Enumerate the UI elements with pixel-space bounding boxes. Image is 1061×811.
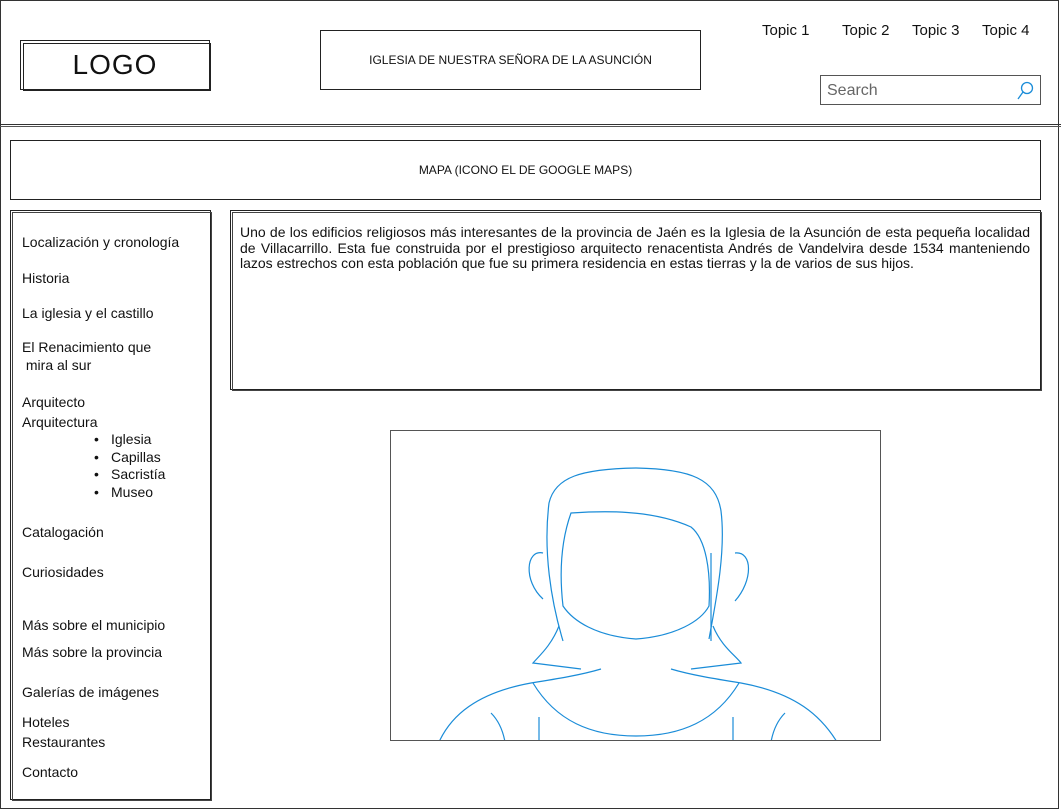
top-nav: Topic 1 Topic 2 Topic 3 Topic 4 — [750, 22, 1050, 42]
search-input[interactable] — [825, 79, 1014, 103]
sidebar-item-iglesia-castillo[interactable]: La iglesia y el castillo — [22, 304, 154, 322]
sidebar-item-arquitecto[interactable]: Arquitecto — [22, 393, 85, 411]
nav-topic-4[interactable]: Topic 4 — [982, 22, 1030, 39]
sidebar-item-arquitectura[interactable]: Arquitectura — [22, 413, 97, 431]
page-title: IGLESIA DE NUESTRA SEÑORA DE LA ASUNCIÓN — [320, 30, 701, 90]
nav-topic-1[interactable]: Topic 1 — [762, 22, 810, 39]
sidebar-item-historia[interactable]: Historia — [22, 269, 69, 287]
sidebar-item-localizacion[interactable]: Localización y cronología — [22, 233, 179, 251]
sidebar-item-contacto[interactable]: Contacto — [22, 763, 78, 781]
person-placeholder-icon — [439, 467, 837, 740]
header-divider-secondary — [0, 126, 1061, 127]
header-divider — [0, 124, 1061, 125]
nav-topic-2[interactable]: Topic 2 — [842, 22, 890, 39]
sidebar-item-municipio[interactable]: Más sobre el municipio — [22, 616, 165, 634]
intro-paragraph: Uno de los edificios religiosos más inte… — [240, 224, 1030, 271]
sidebar-item-catalogacion[interactable]: Catalogación — [22, 523, 104, 541]
map-placeholder[interactable]: MAPA (ICONO EL DE GOOGLE MAPS) — [10, 140, 1041, 200]
nav-topic-3[interactable]: Topic 3 — [912, 22, 960, 39]
image-placeholder[interactable] — [390, 430, 881, 741]
sidebar-item-renacimiento-cont[interactable]: mira al sur — [22, 356, 91, 374]
arquitectura-sublist: Iglesia Capillas Sacristía Museo — [94, 431, 166, 502]
sidebar-item-renacimiento[interactable]: El Renacimiento que — [22, 338, 151, 356]
logo[interactable]: LOGO — [20, 40, 211, 91]
search-icon[interactable] — [1016, 81, 1034, 101]
sidebar-item-curiosidades[interactable]: Curiosidades — [22, 563, 104, 581]
sidebar-item-restaurantes[interactable]: Restaurantes — [22, 733, 105, 751]
sublist-item-capillas[interactable]: Capillas — [94, 449, 165, 467]
sidebar-item-hoteles[interactable]: Hoteles — [22, 713, 69, 731]
sidebar-item-provincia[interactable]: Más sobre la provincia — [22, 643, 162, 661]
sublist-item-sacristia[interactable]: Sacristía — [94, 466, 166, 484]
search-box — [820, 75, 1041, 105]
sublist-item-museo[interactable]: Museo — [94, 484, 165, 502]
intro-text-box: Uno de los edificios religiosos más inte… — [230, 210, 1042, 391]
sublist-item-iglesia[interactable]: Iglesia — [94, 431, 165, 449]
sidebar-item-galerias[interactable]: Galerías de imágenes — [22, 683, 159, 701]
sidebar: Localización y cronología Historia La ig… — [10, 210, 212, 801]
